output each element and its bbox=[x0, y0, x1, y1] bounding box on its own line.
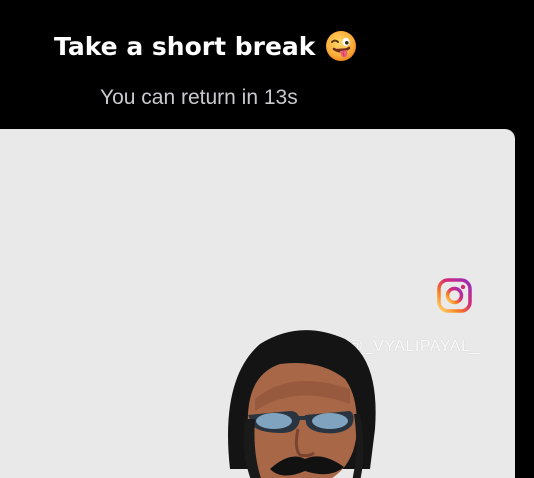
video-preview: @_VYALIPAYAL_ bbox=[0, 129, 515, 478]
instagram-icon bbox=[436, 277, 473, 314]
break-screen: Take a short break You can return in 13s… bbox=[0, 0, 534, 478]
break-title: Take a short break bbox=[54, 31, 316, 61]
title-row: Take a short break bbox=[54, 28, 357, 64]
video-person-figure bbox=[210, 319, 410, 478]
zany-face-icon bbox=[325, 30, 357, 62]
countdown-text: You can return in 13s bbox=[100, 86, 298, 109]
